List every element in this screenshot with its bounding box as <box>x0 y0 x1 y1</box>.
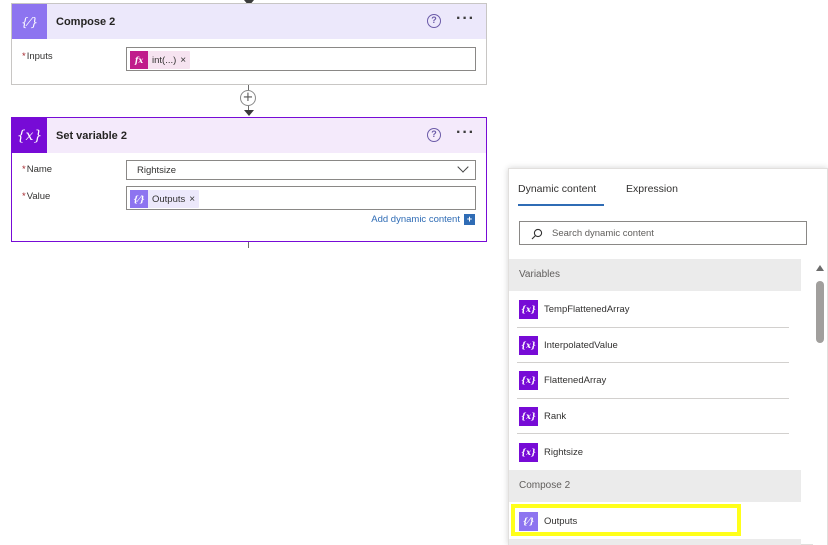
list-item-label: Rightsize <box>544 446 584 458</box>
value-label-text: Value <box>26 191 51 202</box>
chevron-down-icon[interactable] <box>457 161 469 173</box>
help-icon[interactable]: ? <box>427 128 441 142</box>
list-item-label: Rank <box>544 410 567 422</box>
inputs-field[interactable]: fx int(...) × <box>126 47 476 71</box>
section-header-variables: Variables <box>509 259 801 291</box>
compose-card-header[interactable]: {⁄} Compose 2 ? ··· <box>12 4 486 39</box>
variable-icon: {x} <box>519 406 538 426</box>
list-item-label: FlattenedArray <box>544 374 607 386</box>
search-icon <box>531 228 543 240</box>
list-item-flattenedarray[interactable]: {x} FlattenedArray <box>509 362 801 398</box>
set-variable-card-title: Set variable 2 <box>56 129 127 142</box>
remove-token-icon[interactable]: × <box>180 55 190 66</box>
inputs-label: *Inputs <box>22 51 53 62</box>
expression-token[interactable]: fx int(...) × <box>130 51 191 69</box>
connector-line-bottom <box>248 242 249 248</box>
variable-icon: {x} <box>519 335 538 355</box>
add-dynamic-content-link[interactable]: Add dynamic content + <box>371 214 475 225</box>
dynamic-content-panel: Dynamic content Expression Search dynami… <box>508 168 828 545</box>
list-item-tempflattenedarray[interactable]: {x} TempFlattenedArray <box>509 291 801 327</box>
list-item-rightsize[interactable]: {x} Rightsize <box>509 434 801 470</box>
highlight-box <box>511 504 741 536</box>
scroll-up-arrow-icon[interactable] <box>816 265 824 271</box>
compose-card: {⁄} Compose 2 ? ··· *Inputs fx int(...) … <box>11 3 487 85</box>
fx-icon: fx <box>130 51 148 69</box>
list-item-rank[interactable]: {x} Rank <box>509 398 801 434</box>
set-variable-card-header[interactable]: {x} Set variable 2 ? ··· <box>12 118 486 153</box>
scrollbar-thumb[interactable] <box>816 281 824 343</box>
more-options-icon[interactable]: ··· <box>456 10 475 28</box>
section-header-compose-2: Compose 2 <box>509 470 801 502</box>
name-label: *Name <box>22 164 52 175</box>
required-mark: * <box>22 51 26 62</box>
section-footer-strip <box>509 539 801 545</box>
insert-step-plus-icon[interactable]: + <box>240 90 256 106</box>
tab-expression[interactable]: Expression <box>626 183 678 195</box>
required-mark: * <box>22 191 26 202</box>
add-dynamic-content-icon: + <box>464 214 475 225</box>
list-item-interpolatedvalue[interactable]: {x} InterpolatedValue <box>509 327 801 363</box>
compose-curly-icon: {⁄} <box>12 4 47 39</box>
remove-token-icon[interactable]: × <box>189 194 199 205</box>
tab-dynamic-content[interactable]: Dynamic content <box>518 183 596 195</box>
variable-icon: {x} <box>519 442 538 462</box>
search-input[interactable]: Search dynamic content <box>519 221 807 245</box>
list-item-label: TempFlattenedArray <box>544 303 630 315</box>
expression-token-label: int(...) <box>152 54 177 66</box>
name-dropdown-value: Rightsize <box>137 165 177 176</box>
compose-card-title: Compose 2 <box>56 15 116 28</box>
variable-icon: {x} <box>519 299 538 319</box>
connector-arrow <box>244 110 254 116</box>
add-dynamic-content-label: Add dynamic content <box>371 214 460 225</box>
required-mark: * <box>22 164 26 175</box>
outputs-token[interactable]: {⁄} Outputs × <box>130 190 200 208</box>
set-variable-card: {x} Set variable 2 ? ··· *Name Rightsize… <box>11 117 487 242</box>
name-label-text: Name <box>26 164 53 175</box>
help-icon[interactable]: ? <box>427 14 441 28</box>
variable-curly-icon: {x} <box>12 118 47 153</box>
value-field[interactable]: {⁄} Outputs × <box>126 186 476 210</box>
outputs-token-label: Outputs <box>152 193 186 205</box>
inputs-label-text: Inputs <box>26 51 53 62</box>
variable-icon: {x} <box>519 370 538 390</box>
more-options-icon[interactable]: ··· <box>456 124 475 142</box>
search-placeholder: Search dynamic content <box>552 228 654 239</box>
list-item-label: InterpolatedValue <box>544 339 618 351</box>
compose-curly-icon: {⁄} <box>130 190 148 208</box>
active-tab-underline <box>518 204 604 206</box>
value-label: *Value <box>22 191 50 202</box>
name-dropdown[interactable]: Rightsize <box>126 160 476 180</box>
